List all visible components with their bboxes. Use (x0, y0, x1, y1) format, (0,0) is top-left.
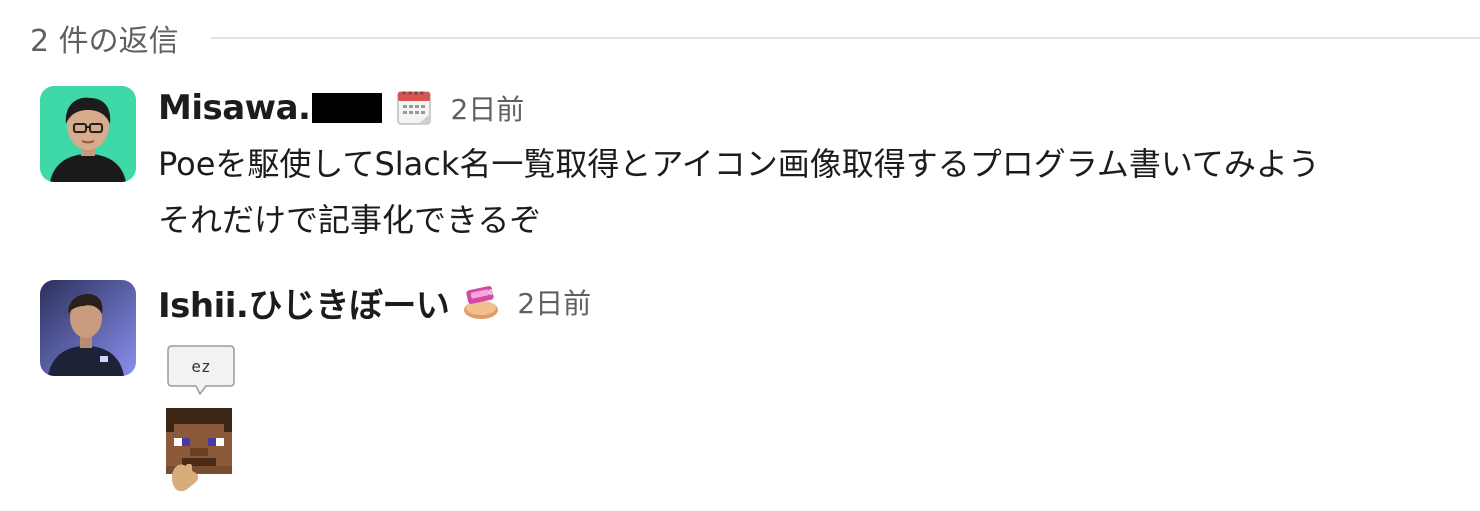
author-name[interactable]: Misawa. (158, 88, 311, 128)
author-name[interactable]: Ishii.ひじきぼーい (158, 278, 450, 327)
divider (210, 37, 1480, 39)
ez-text: ez (191, 357, 210, 376)
reply-count: 2 件の返信 (30, 24, 179, 59)
thread-header: 2 件の返信 (30, 16, 1480, 60)
timestamp[interactable]: 2日前 (450, 88, 524, 128)
timestamp[interactable]: 2日前 (517, 282, 591, 322)
avatar[interactable] (40, 86, 136, 182)
minecraft-steve-thinking-emoji (166, 408, 232, 494)
message-text: Poeを駆使してSlack名一覧取得とアイコン画像取得するプログラム書いてみよう… (158, 136, 1480, 248)
sushi-sticker-icon[interactable] (461, 282, 501, 322)
calendar-icon[interactable] (394, 88, 434, 128)
avatar[interactable] (40, 280, 136, 376)
message-line: それだけで記事化できるぞ (158, 201, 542, 239)
message-line: Poeを駆使してSlack名一覧取得とアイコン画像取得するプログラム書いてみよう (158, 145, 1320, 183)
redacted-block (312, 93, 383, 123)
ez-speech-bubble-emoji: ez (166, 344, 236, 396)
